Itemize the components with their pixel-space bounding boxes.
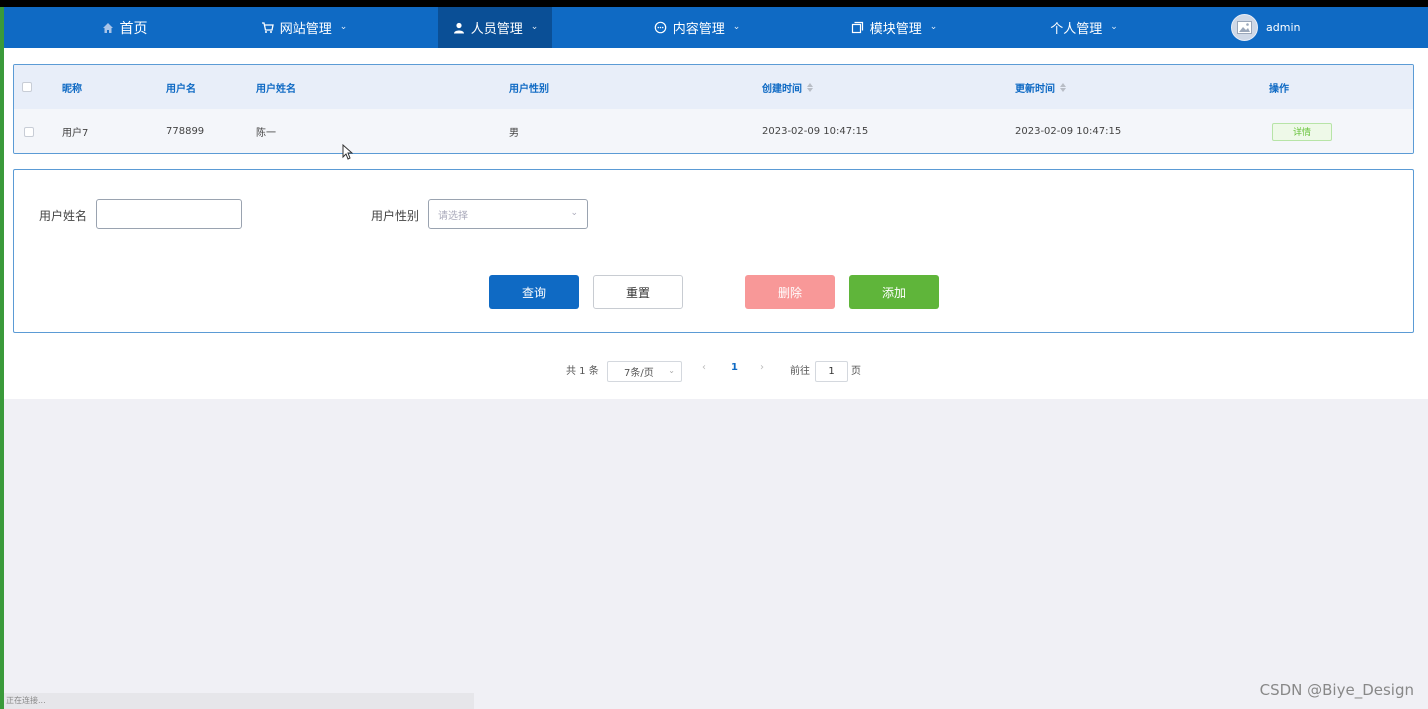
person-icon <box>452 21 466 35</box>
chevron-down-icon: ⌄ <box>929 21 938 32</box>
col-gender: 用户性别 <box>509 83 549 95</box>
name-label: 用户姓名 <box>39 209 88 223</box>
cell-nickname: 用户7 <box>62 128 89 139</box>
sort-icon[interactable] <box>1060 82 1066 92</box>
goto-page-input[interactable]: 1 <box>815 361 848 382</box>
top-nav: 首页 网站管理 ⌄ 人员管理 ⌄ 内容管理 ⌄ 模块管理 ⌄ 个人管理 ⌄ ad… <box>4 7 1428 48</box>
col-updated-label: 更新时间 <box>1015 83 1055 95</box>
user-menu[interactable]: admin <box>1231 13 1300 42</box>
cell-real-name: 陈一 <box>256 128 276 139</box>
cart-icon <box>261 21 275 35</box>
goto-label: 前往 <box>790 366 810 377</box>
col-real-name: 用户姓名 <box>256 83 296 95</box>
chevron-down-icon: ⌄ <box>530 21 539 32</box>
cell-username: 778899 <box>166 126 205 137</box>
col-nickname: 昵称 <box>62 83 82 95</box>
gender-label: 用户性别 <box>371 209 420 223</box>
chat-icon <box>654 21 668 35</box>
nav-item-website[interactable]: 网站管理 ⌄ <box>239 7 369 48</box>
copy-icon <box>851 21 865 35</box>
nav-label: 人员管理 <box>470 22 523 37</box>
nav-label: 网站管理 <box>279 22 332 37</box>
home-icon <box>101 21 115 35</box>
detail-button[interactable]: 详情 <box>1272 122 1332 141</box>
app-frame: 首页 网站管理 ⌄ 人员管理 ⌄ 内容管理 ⌄ 模块管理 ⌄ 个人管理 ⌄ ad… <box>0 7 1428 709</box>
chevron-down-icon: ⌄ <box>570 208 578 218</box>
col-action: 操作 <box>1269 83 1289 95</box>
delete-button[interactable]: 删除 <box>745 275 835 309</box>
nav-label: 个人管理 <box>1050 22 1103 37</box>
page-suffix: 页 <box>851 366 861 377</box>
cell-gender: 男 <box>509 128 519 139</box>
select-all-checkbox[interactable] <box>22 65 32 109</box>
avatar <box>1231 14 1258 41</box>
detail-cell: 详情 <box>1272 109 1332 153</box>
chevron-down-icon: ⌄ <box>1110 21 1118 32</box>
table-header: 昵称 用户名 用户姓名 用户性别 创建时间 更新时间 操作 <box>14 65 1413 109</box>
gender-placeholder: 请选择 <box>438 210 468 222</box>
col-created-label: 创建时间 <box>762 83 802 95</box>
window-edge <box>0 7 4 709</box>
next-page-icon[interactable]: › <box>760 362 764 373</box>
reset-button[interactable]: 重置 <box>593 275 683 309</box>
query-button[interactable]: 查询 <box>489 275 579 309</box>
nav-label: 首页 <box>119 20 148 37</box>
nav-item-people[interactable]: 人员管理 ⌄ <box>438 7 552 48</box>
sort-icon[interactable] <box>807 82 813 92</box>
cell-created: 2023-02-09 10:47:15 <box>762 126 869 137</box>
page-size-select[interactable]: 7条/页 ⌄ <box>607 361 682 382</box>
pagination-total: 共 1 条 <box>566 366 599 377</box>
prev-page-icon[interactable]: ‹ <box>702 362 706 373</box>
search-panel: 用户姓名 用户性别 请选择 ⌄ 查询 重置 删除 添加 <box>13 169 1414 333</box>
cell-updated: 2023-02-09 10:47:15 <box>1015 126 1122 137</box>
chevron-down-icon: ⌄ <box>339 21 348 32</box>
user-table: 昵称 用户名 用户姓名 用户性别 创建时间 更新时间 操作 用户7 778899… <box>13 64 1414 154</box>
nav-item-modules[interactable]: 模块管理 ⌄ <box>829 7 959 48</box>
name-input[interactable] <box>96 199 242 229</box>
nav-label: 内容管理 <box>672 22 725 37</box>
chevron-down-icon: ⌄ <box>732 21 741 32</box>
status-bar: 正在连接... <box>4 693 474 709</box>
gender-select[interactable]: 请选择 ⌄ <box>428 199 588 229</box>
nav-label: 模块管理 <box>869 22 922 37</box>
nav-item-personal[interactable]: 个人管理 ⌄ <box>1024 7 1144 48</box>
add-button[interactable]: 添加 <box>849 275 939 309</box>
image-icon <box>1237 21 1252 34</box>
chevron-down-icon: ⌄ <box>668 366 675 375</box>
row-checkbox[interactable] <box>24 109 34 153</box>
nav-item-home[interactable]: 首页 <box>74 7 174 48</box>
username: admin <box>1266 21 1301 34</box>
table-row: 用户7 778899 陈一 男 2023-02-09 10:47:15 2023… <box>14 109 1413 153</box>
col-updated[interactable]: 更新时间 <box>1015 65 1066 109</box>
col-created[interactable]: 创建时间 <box>762 65 813 109</box>
col-username: 用户名 <box>166 83 196 95</box>
watermark: CSDN @Biye_Design <box>1259 681 1414 699</box>
nav-item-content[interactable]: 内容管理 ⌄ <box>632 7 762 48</box>
page-number-current[interactable]: 1 <box>731 362 738 373</box>
mouse-cursor-icon <box>342 143 354 164</box>
page-size-value: 7条/页 <box>624 368 654 379</box>
